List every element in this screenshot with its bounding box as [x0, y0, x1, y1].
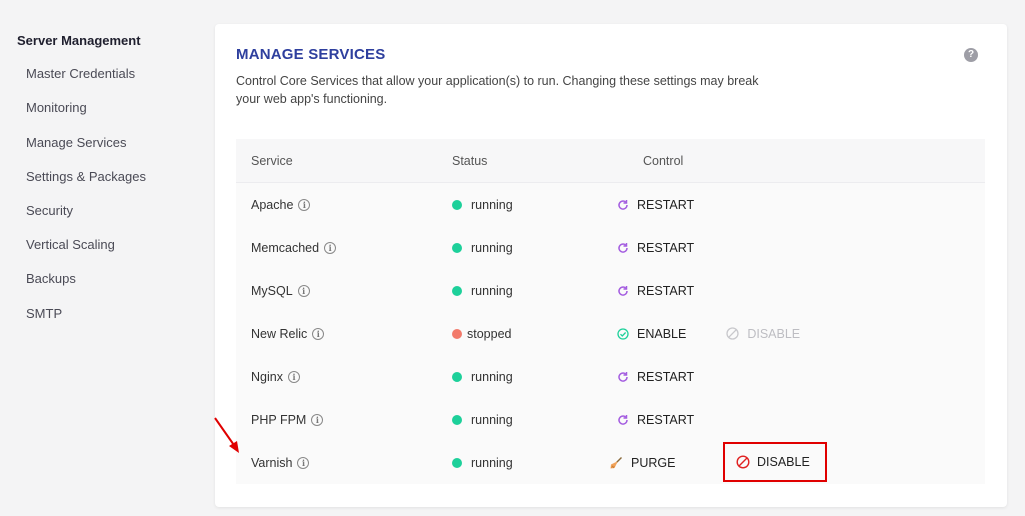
- status-text: running: [471, 455, 513, 470]
- purge-button[interactable]: PURGE: [609, 456, 675, 470]
- sidebar-item-security[interactable]: Security: [26, 203, 73, 218]
- restart-label: RESTART: [637, 412, 695, 427]
- service-name: Apache: [251, 197, 294, 212]
- status-text: running: [471, 283, 513, 298]
- restart-button[interactable]: RESTART: [617, 413, 694, 427]
- disable-button-disabled: DISABLE: [726, 327, 800, 341]
- service-name: Nginx: [251, 369, 283, 384]
- disable-label: DISABLE: [747, 326, 801, 341]
- restart-icon: [618, 199, 628, 210]
- status-dot: [452, 285, 462, 296]
- restart-label: RESTART: [637, 369, 695, 384]
- table-row: PHP FPM i running RESTART: [236, 398, 985, 441]
- info-icon[interactable]: i: [298, 198, 311, 211]
- header-control: Control: [643, 153, 684, 168]
- info-icon[interactable]: i: [297, 456, 310, 469]
- page-description: Control Core Services that allow your ap…: [236, 74, 759, 106]
- sidebar-item-vertical-scaling[interactable]: Vertical Scaling: [26, 237, 115, 252]
- question-icon[interactable]: ?: [964, 48, 978, 62]
- enable-label: ENABLE: [637, 326, 687, 341]
- restart-button[interactable]: RESTART: [617, 284, 694, 298]
- table-row: Memcached i running RESTART: [236, 226, 985, 269]
- status-dot: [452, 371, 462, 382]
- services-table: Service Status Control Apache i running R…: [236, 139, 985, 484]
- service-name: New Relic: [251, 326, 308, 341]
- sidebar-item-smtp[interactable]: SMTP: [26, 306, 62, 321]
- restart-button[interactable]: RESTART: [617, 198, 694, 212]
- restart-icon: [618, 285, 628, 296]
- table-header: Service Status Control: [236, 139, 985, 183]
- purge-label: PURGE: [631, 455, 676, 470]
- status-text: running: [471, 369, 513, 384]
- status-dot: [452, 242, 462, 253]
- status-dot: [452, 199, 462, 210]
- annotation-arrow-icon: [214, 417, 239, 453]
- header-service: Service: [251, 153, 293, 168]
- status-dot: [452, 328, 462, 339]
- restart-icon: [618, 242, 628, 253]
- restart-label: RESTART: [637, 283, 695, 298]
- restart-label: RESTART: [637, 240, 695, 255]
- restart-button[interactable]: RESTART: [617, 370, 694, 384]
- check-circle-icon: [617, 327, 629, 340]
- table-row: New Relic i stopped ENABLE DISABLE: [236, 312, 985, 355]
- info-icon[interactable]: i: [324, 241, 337, 254]
- service-name: Varnish: [251, 455, 293, 470]
- status-text: stopped: [467, 326, 512, 341]
- header-status: Status: [452, 153, 488, 168]
- disable-label: DISABLE: [757, 455, 810, 469]
- status-dot: [452, 457, 462, 468]
- sidebar: Server Management Master Credentials Mon…: [0, 0, 200, 516]
- varnish-disable-button[interactable]: DISABLE: [723, 442, 827, 482]
- broom-icon: [610, 456, 622, 468]
- enable-button[interactable]: ENABLE: [617, 327, 686, 341]
- restart-label: RESTART: [637, 197, 695, 212]
- sidebar-title: Server Management: [17, 33, 141, 48]
- info-icon[interactable]: i: [311, 413, 324, 426]
- status-text: running: [471, 412, 513, 427]
- status-dot: [452, 414, 462, 425]
- sidebar-item-settings-packages[interactable]: Settings & Packages: [26, 169, 146, 184]
- restart-button[interactable]: RESTART: [617, 241, 694, 255]
- info-icon[interactable]: i: [287, 370, 300, 383]
- sidebar-item-monitoring[interactable]: Monitoring: [26, 100, 87, 115]
- table-row: MySQL i running RESTART: [236, 269, 985, 312]
- status-text: running: [471, 197, 513, 212]
- block-icon: [726, 327, 739, 340]
- page-title: MANAGE SERVICES: [236, 46, 386, 63]
- table-row: Apache i running RESTART: [236, 183, 985, 226]
- service-name: MySQL: [251, 283, 293, 298]
- info-icon[interactable]: i: [312, 327, 325, 340]
- restart-icon: [618, 414, 628, 425]
- table-row: Nginx i running RESTART: [236, 355, 985, 398]
- table-row: Varnish i running PURGE: [236, 441, 985, 484]
- service-name: Memcached: [251, 240, 320, 255]
- sidebar-item-master-credentials[interactable]: Master Credentials: [26, 66, 135, 81]
- status-text: running: [471, 240, 513, 255]
- sidebar-item-manage-services[interactable]: Manage Services: [26, 135, 126, 150]
- manage-services-card: MANAGE SERVICES ? Control Core Services …: [215, 24, 1007, 507]
- sidebar-item-backups[interactable]: Backups: [26, 271, 76, 286]
- service-name: PHP FPM: [251, 412, 307, 427]
- restart-icon: [618, 371, 628, 382]
- info-icon[interactable]: i: [297, 284, 310, 297]
- block-icon: [736, 455, 750, 469]
